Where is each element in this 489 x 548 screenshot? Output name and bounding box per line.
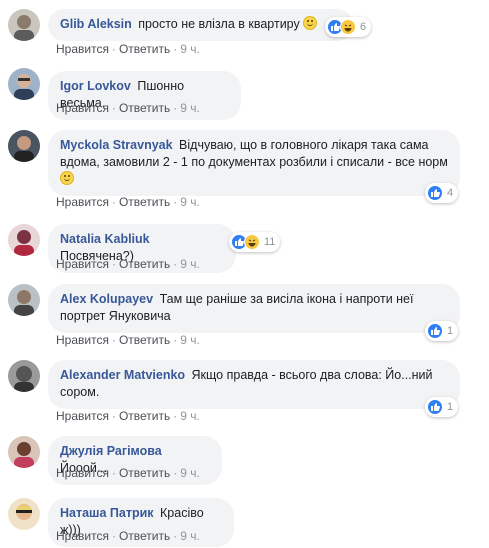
comment-actions: Нравится · Ответить · 9 ч.: [56, 42, 200, 56]
avatar[interactable]: [8, 130, 40, 162]
comment-actions: Нравится · Ответить · 9 ч.: [56, 466, 200, 480]
author-name[interactable]: Наташа Патрик: [60, 506, 154, 520]
like-button[interactable]: Нравится: [56, 333, 109, 347]
reactions-summary[interactable]: 1: [425, 321, 459, 341]
timestamp[interactable]: 9 ч.: [180, 101, 200, 115]
reply-button[interactable]: Ответить: [119, 42, 170, 56]
timestamp[interactable]: 9 ч.: [180, 529, 200, 543]
timestamp[interactable]: 9 ч.: [180, 333, 200, 347]
author-name[interactable]: Myckola Stravnyak: [60, 138, 173, 152]
reaction-count: 11: [264, 236, 276, 248]
comment-text: просто не влізла в квартиру: [138, 17, 300, 31]
avatar[interactable]: [8, 9, 40, 41]
like-button[interactable]: Нравится: [56, 195, 109, 209]
like-icon: [427, 399, 443, 415]
like-button[interactable]: Нравится: [56, 101, 109, 115]
reactions-summary[interactable]: 11: [229, 232, 281, 252]
like-button[interactable]: Нравится: [56, 466, 109, 480]
like-icon: [427, 185, 443, 201]
reactions-summary[interactable]: 4: [425, 183, 459, 203]
avatar[interactable]: [8, 360, 40, 392]
comment-actions: Нравится · Ответить · 9 ч.: [56, 409, 200, 423]
haha-icon: [340, 19, 356, 35]
reply-button[interactable]: Ответить: [119, 409, 170, 423]
reaction-count: 1: [447, 325, 454, 337]
comment-bubble: Myckola Stravnyak Відчуваю, що в головно…: [48, 130, 460, 196]
smile-emoji-icon: [60, 171, 74, 185]
reaction-count: 6: [360, 21, 367, 33]
avatar[interactable]: [8, 284, 40, 316]
like-icon: [427, 323, 443, 339]
avatar[interactable]: [8, 498, 40, 530]
like-button[interactable]: Нравится: [56, 257, 109, 271]
timestamp[interactable]: 9 ч.: [180, 195, 200, 209]
reaction-count: 1: [447, 401, 454, 413]
smile-emoji-icon: [303, 16, 318, 30]
timestamp[interactable]: 9 ч.: [180, 466, 200, 480]
avatar[interactable]: [8, 68, 40, 100]
author-name[interactable]: Alexander Matvienko: [60, 368, 185, 382]
avatar[interactable]: [8, 224, 40, 256]
author-name[interactable]: Alex Kolupayev: [60, 292, 153, 306]
comment-actions: Нравится · Ответить · 9 ч.: [56, 257, 200, 271]
reactions-summary[interactable]: 1: [425, 397, 459, 417]
reactions-summary[interactable]: 6: [325, 17, 372, 37]
reply-button[interactable]: Ответить: [119, 257, 170, 271]
like-button[interactable]: Нравится: [56, 529, 109, 543]
comment-actions: Нравится · Ответить · 9 ч.: [56, 333, 200, 347]
timestamp[interactable]: 9 ч.: [180, 42, 200, 56]
avatar[interactable]: [8, 436, 40, 468]
author-name[interactable]: Джулія Рагімова: [60, 444, 162, 458]
comment-actions: Нравится · Ответить · 9 ч.: [56, 195, 200, 209]
timestamp[interactable]: 9 ч.: [180, 257, 200, 271]
comment-actions: Нравится · Ответить · 9 ч.: [56, 101, 200, 115]
comment-actions: Нравится · Ответить · 9 ч.: [56, 529, 200, 543]
reaction-count: 4: [447, 187, 454, 199]
haha-icon: [244, 234, 260, 250]
comment-bubble: Alexander Matvienko Якщо правда - всього…: [48, 360, 460, 409]
author-name[interactable]: Natalia Kabliuk: [60, 232, 150, 246]
timestamp[interactable]: 9 ч.: [180, 409, 200, 423]
like-button[interactable]: Нравится: [56, 42, 109, 56]
author-name[interactable]: Igor Lovkov: [60, 79, 131, 93]
author-name[interactable]: Glib Aleksin: [60, 17, 132, 31]
comment-bubble: Glib Aleksin просто не влізла в квартиру: [48, 9, 353, 41]
like-button[interactable]: Нравится: [56, 409, 109, 423]
reply-button[interactable]: Ответить: [119, 466, 170, 480]
reply-button[interactable]: Ответить: [119, 333, 170, 347]
reply-button[interactable]: Ответить: [119, 529, 170, 543]
comment-bubble: Alex Kolupayev Там ще раніше за висіла і…: [48, 284, 460, 333]
reply-button[interactable]: Ответить: [119, 101, 170, 115]
reply-button[interactable]: Ответить: [119, 195, 170, 209]
